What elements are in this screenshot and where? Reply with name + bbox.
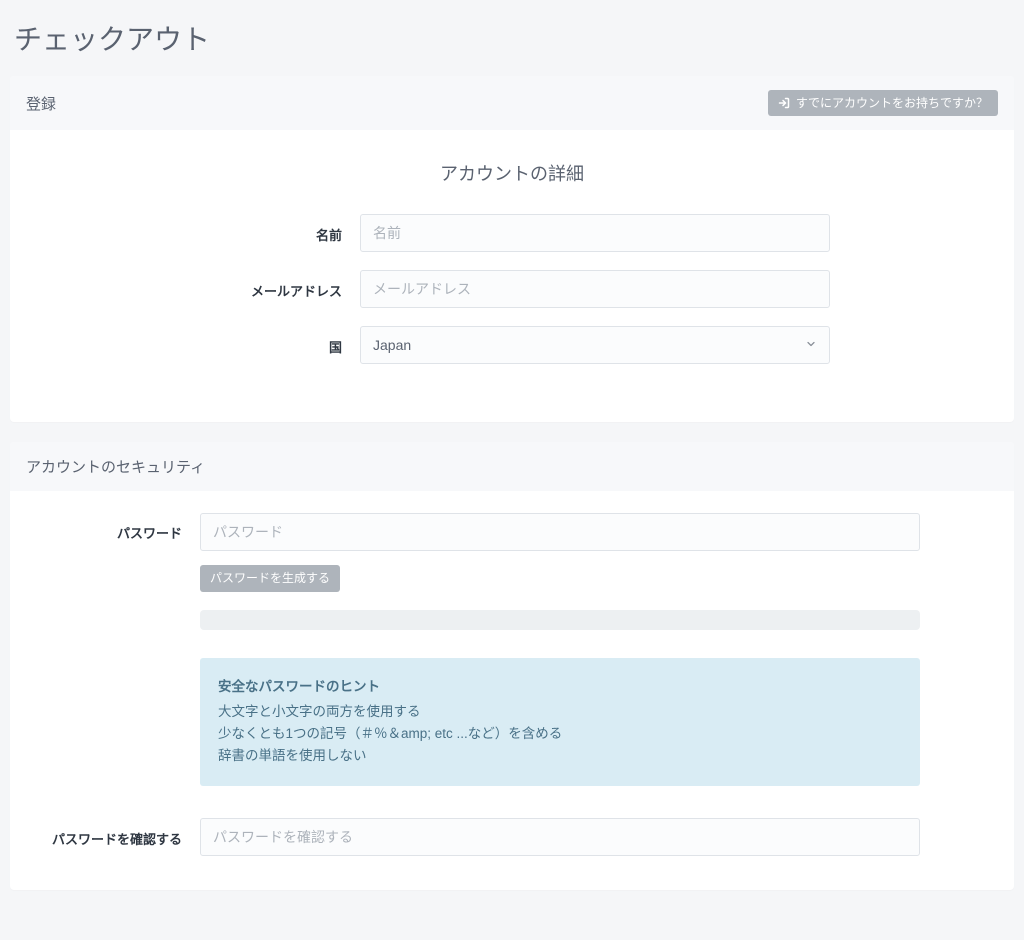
chevron-down-icon xyxy=(805,337,817,353)
password-hint-line-1: 大文字と小文字の両方を使用する xyxy=(218,701,902,723)
security-panel-header: アカウントのセキュリティ xyxy=(10,442,1014,491)
security-panel: アカウントのセキュリティ パスワード パスワードを生成する 安全なパスワードのヒ… xyxy=(10,442,1014,890)
email-label: メールアドレス xyxy=(30,279,360,300)
generate-password-button[interactable]: パスワードを生成する xyxy=(200,565,340,591)
name-input[interactable] xyxy=(360,214,830,252)
email-input[interactable] xyxy=(360,270,830,308)
already-have-account-button[interactable]: すでにアカウントをお持ちですか？ xyxy=(768,90,998,116)
sign-in-icon xyxy=(778,97,790,109)
password-hint-line-2: 少なくとも1つの記号（＃％＆amp; etc ...など）を含める xyxy=(218,723,902,745)
password-input[interactable] xyxy=(200,513,920,551)
confirm-password-label: パスワードを確認する xyxy=(30,827,200,848)
country-selected-value: Japan xyxy=(373,337,411,353)
page-title: チェックアウト xyxy=(14,18,1010,58)
account-details-title: アカウントの詳細 xyxy=(30,160,994,186)
register-panel: 登録 すでにアカウントをお持ちですか？ アカウントの詳細 名前 xyxy=(10,76,1014,422)
name-label: 名前 xyxy=(30,223,360,244)
password-hint-title: 安全なパスワードのヒント xyxy=(218,676,902,698)
password-hint-line-3: 辞書の単語を使用しない xyxy=(218,745,902,767)
register-panel-header: 登録 すでにアカウントをお持ちですか？ xyxy=(10,76,1014,130)
confirm-password-input[interactable] xyxy=(200,818,920,856)
password-strength-bar xyxy=(200,610,920,630)
register-header-text: 登録 xyxy=(26,93,56,114)
security-header-text: アカウントのセキュリティ xyxy=(26,456,205,477)
country-select[interactable]: Japan xyxy=(360,326,830,364)
country-label: 国 xyxy=(30,335,360,356)
already-have-account-label: すでにアカウントをお持ちですか？ xyxy=(796,96,988,110)
password-hint-box: 安全なパスワードのヒント 大文字と小文字の両方を使用する 少なくとも1つの記号（… xyxy=(200,658,920,786)
generate-password-label: パスワードを生成する xyxy=(210,571,330,585)
password-label: パスワード xyxy=(30,513,200,542)
